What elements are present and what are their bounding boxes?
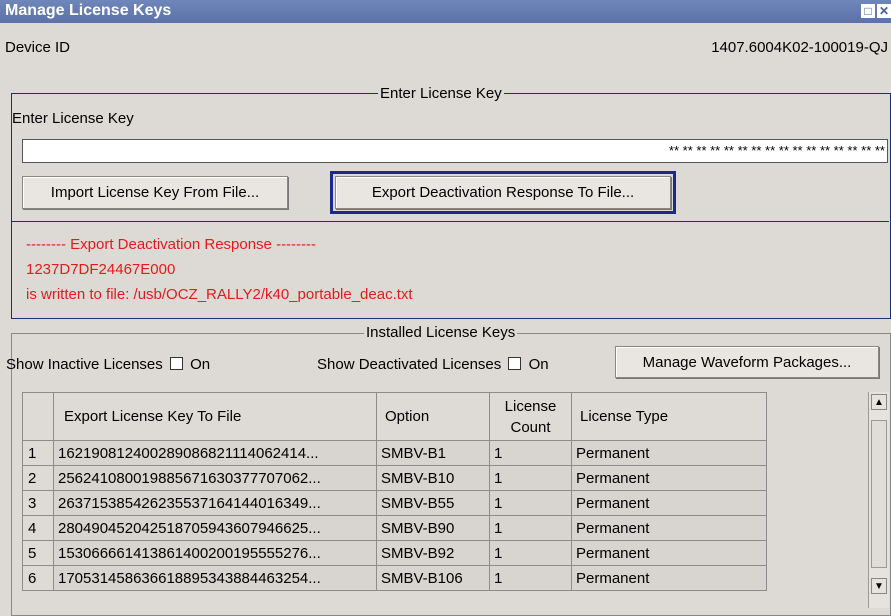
- table-header-row: Export License Key To File Option Licens…: [22, 392, 767, 441]
- type-cell: Permanent: [571, 515, 767, 541]
- table-row[interactable]: 5 153066661413861400200195555276... SMBV…: [22, 540, 767, 566]
- row-index: 2: [22, 465, 54, 491]
- show-deactivated-label: Show Deactivated Licenses: [317, 356, 502, 373]
- row-index: 3: [22, 490, 54, 516]
- table-row[interactable]: 2 256241080019885671630377707062... SMBV…: [22, 465, 767, 491]
- table-row[interactable]: 6 170531458636618895343884463254... SMBV…: [22, 565, 767, 591]
- scrollbar-thumb[interactable]: [871, 420, 887, 568]
- device-id-value: 1407.6004K02-100019-QJ: [711, 39, 888, 56]
- count-cell: 1: [489, 565, 572, 591]
- show-deactivated-group: Show Deactivated Licenses On: [317, 356, 549, 373]
- close-icon[interactable]: ✕: [877, 4, 891, 18]
- license-key-value: ** ** ** ** ** ** ** ** ** ** ** ** ** *…: [668, 143, 885, 158]
- message-path: is written to file: /usb/OCZ_RALLY2/k40_…: [26, 286, 413, 303]
- column-header-count[interactable]: License Count: [489, 392, 572, 441]
- license-table: Export License Key To File Option Licens…: [22, 392, 767, 591]
- maximize-icon[interactable]: □: [861, 4, 875, 18]
- count-cell: 1: [489, 440, 572, 466]
- show-deactivated-checkbox[interactable]: [508, 357, 522, 370]
- count-cell: 1: [489, 490, 572, 516]
- scroll-down-icon[interactable]: ▼: [871, 578, 887, 594]
- option-cell: SMBV-B55: [376, 490, 490, 516]
- type-cell: Permanent: [571, 565, 767, 591]
- option-cell: SMBV-B1: [376, 440, 490, 466]
- show-inactive-checkbox[interactable]: [169, 357, 183, 370]
- count-cell: 1: [489, 465, 572, 491]
- window-titlebar: Manage License Keys □ ✕: [0, 0, 891, 23]
- column-header-type[interactable]: License Type: [571, 392, 767, 441]
- message-header: -------- Export Deactivation Response --…: [26, 236, 317, 253]
- import-license-key-button[interactable]: Import License Key From File...: [22, 176, 288, 209]
- column-header-option[interactable]: Option: [376, 392, 490, 441]
- device-id-label: Device ID: [5, 39, 71, 56]
- show-inactive-on-label: On: [190, 356, 211, 373]
- option-cell: SMBV-B90: [376, 515, 490, 541]
- license-key-input[interactable]: ** ** ** ** ** ** ** ** ** ** ** ** ** *…: [22, 139, 888, 163]
- type-cell: Permanent: [571, 540, 767, 566]
- count-cell: 1: [489, 515, 572, 541]
- license-key-cell[interactable]: 170531458636618895343884463254...: [53, 565, 377, 591]
- table-scrollbar[interactable]: ▲ ▼: [868, 392, 889, 608]
- export-deactivation-button[interactable]: Export Deactivation Response To File...: [330, 171, 676, 214]
- option-cell: SMBV-B10: [376, 465, 490, 491]
- enter-license-field-label: Enter License Key: [12, 110, 134, 127]
- row-index: 6: [22, 565, 54, 591]
- type-cell: Permanent: [571, 440, 767, 466]
- enter-license-legend: Enter License Key: [378, 85, 504, 102]
- message-code: 1237D7DF24467E000: [26, 261, 176, 278]
- license-key-cell[interactable]: 256241080019885671630377707062...: [53, 465, 377, 491]
- option-cell: SMBV-B92: [376, 540, 490, 566]
- show-inactive-group: Show Inactive Licenses On: [6, 356, 210, 373]
- row-index: 1: [22, 440, 54, 466]
- row-index: 5: [22, 540, 54, 566]
- type-cell: Permanent: [571, 465, 767, 491]
- installed-license-legend: Installed License Keys: [364, 324, 518, 341]
- window-title: Manage License Keys: [5, 2, 172, 19]
- table-row[interactable]: 3 263715385426235537164144016349... SMBV…: [22, 490, 767, 516]
- show-inactive-label: Show Inactive Licenses: [6, 356, 163, 373]
- column-header-export[interactable]: Export License Key To File: [53, 392, 377, 441]
- license-key-cell[interactable]: 263715385426235537164144016349...: [53, 490, 377, 516]
- license-key-cell[interactable]: 162190812400289086821114062414...: [53, 440, 377, 466]
- table-row[interactable]: 1 162190812400289086821114062414... SMBV…: [22, 440, 767, 466]
- type-cell: Permanent: [571, 490, 767, 516]
- row-index: 4: [22, 515, 54, 541]
- manage-waveform-packages-button[interactable]: Manage Waveform Packages...: [615, 346, 879, 378]
- show-deactivated-on-label: On: [528, 356, 549, 373]
- table-row[interactable]: 4 280490452042518705943607946625... SMBV…: [22, 515, 767, 541]
- column-header-index: [22, 392, 54, 441]
- panel-divider: [12, 221, 889, 222]
- license-key-cell[interactable]: 153066661413861400200195555276...: [53, 540, 377, 566]
- count-cell: 1: [489, 540, 572, 566]
- scroll-up-icon[interactable]: ▲: [871, 394, 887, 410]
- license-key-cell[interactable]: 280490452042518705943607946625...: [53, 515, 377, 541]
- option-cell: SMBV-B106: [376, 565, 490, 591]
